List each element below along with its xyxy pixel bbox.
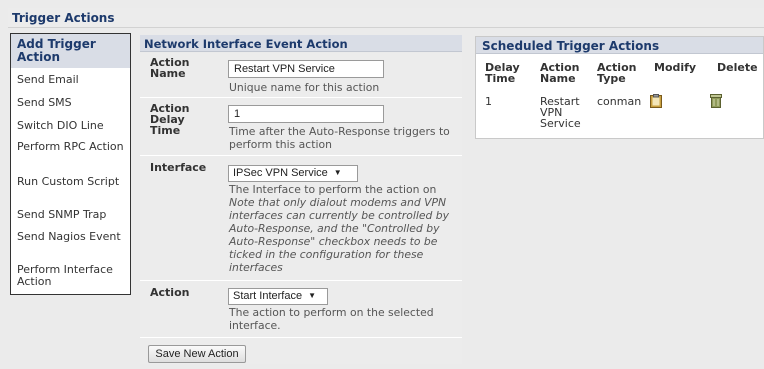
interface-label: Interface	[150, 161, 207, 174]
sidebar-item-perform-interface-action[interactable]: Perform Interface Action	[11, 264, 129, 288]
row-divider	[140, 155, 462, 156]
column-header-delete: Delete	[717, 61, 758, 74]
action-selected-value: Start Interface	[233, 290, 303, 302]
scheduled-header: Scheduled Trigger Actions	[476, 37, 763, 54]
chevron-down-icon: ▼	[308, 291, 317, 300]
row-divider	[140, 97, 462, 98]
sidebar-item-send-snmp-trap[interactable]: Send SNMP Trap	[11, 209, 129, 221]
sidebar: Add Trigger Action Send Email Send SMS S…	[10, 33, 131, 295]
action-delay-help: Time after the Auto-Response triggers to…	[229, 125, 450, 151]
interface-help-note: Note that only dialout modems and VPN in…	[229, 196, 449, 274]
form-header: Network Interface Event Action	[140, 35, 462, 52]
row-divider	[140, 337, 462, 338]
column-header-action-type: Action Type	[597, 61, 637, 85]
row-action-name: Restart VPN Service	[540, 95, 581, 130]
action-name-label: Action Name	[150, 56, 190, 80]
column-header-modify: Modify	[654, 61, 697, 74]
sidebar-item-send-email[interactable]: Send Email	[11, 74, 129, 86]
interface-selected-value: IPSec VPN Service	[233, 167, 328, 179]
column-header-action-name: Action Name	[540, 61, 580, 85]
save-new-action-button[interactable]: Save New Action	[148, 345, 246, 363]
sidebar-item-send-nagios-event[interactable]: Send Nagios Event	[11, 231, 129, 243]
chevron-down-icon: ▼	[333, 168, 342, 177]
scheduled-actions-panel: Scheduled Trigger Actions Delay Time Act…	[475, 36, 764, 139]
page-title: Trigger Actions	[12, 11, 115, 25]
action-help: The action to perform on the selected in…	[229, 306, 434, 332]
action-label: Action	[150, 286, 190, 299]
interface-help-main: The Interface to perform the action on	[229, 183, 437, 196]
sidebar-item-send-sms[interactable]: Send SMS	[11, 97, 129, 109]
action-name-input[interactable]	[228, 60, 384, 78]
row-divider	[140, 280, 462, 281]
delete-icon[interactable]	[710, 94, 722, 111]
modify-icon[interactable]	[650, 94, 662, 111]
row-action-type: conman	[597, 95, 642, 108]
sidebar-item-run-custom-script[interactable]: Run Custom Script	[11, 176, 129, 188]
sidebar-item-perform-rpc-action[interactable]: Perform RPC Action	[11, 141, 129, 153]
page-header: Trigger Actions	[8, 8, 764, 28]
column-header-delay-time: Delay Time	[485, 61, 520, 85]
interface-help: The Interface to perform the action on N…	[229, 183, 459, 274]
action-name-help: Unique name for this action	[229, 81, 380, 94]
action-select[interactable]: Start Interface ▼	[228, 288, 328, 305]
row-delay: 1	[485, 95, 492, 108]
action-delay-label: Action Delay Time	[150, 102, 190, 137]
sidebar-header: Add Trigger Action	[11, 34, 130, 68]
interface-select[interactable]: IPSec VPN Service ▼	[228, 165, 358, 182]
action-delay-input[interactable]	[228, 105, 384, 123]
sidebar-item-switch-dio-line[interactable]: Switch DIO Line	[11, 120, 129, 132]
